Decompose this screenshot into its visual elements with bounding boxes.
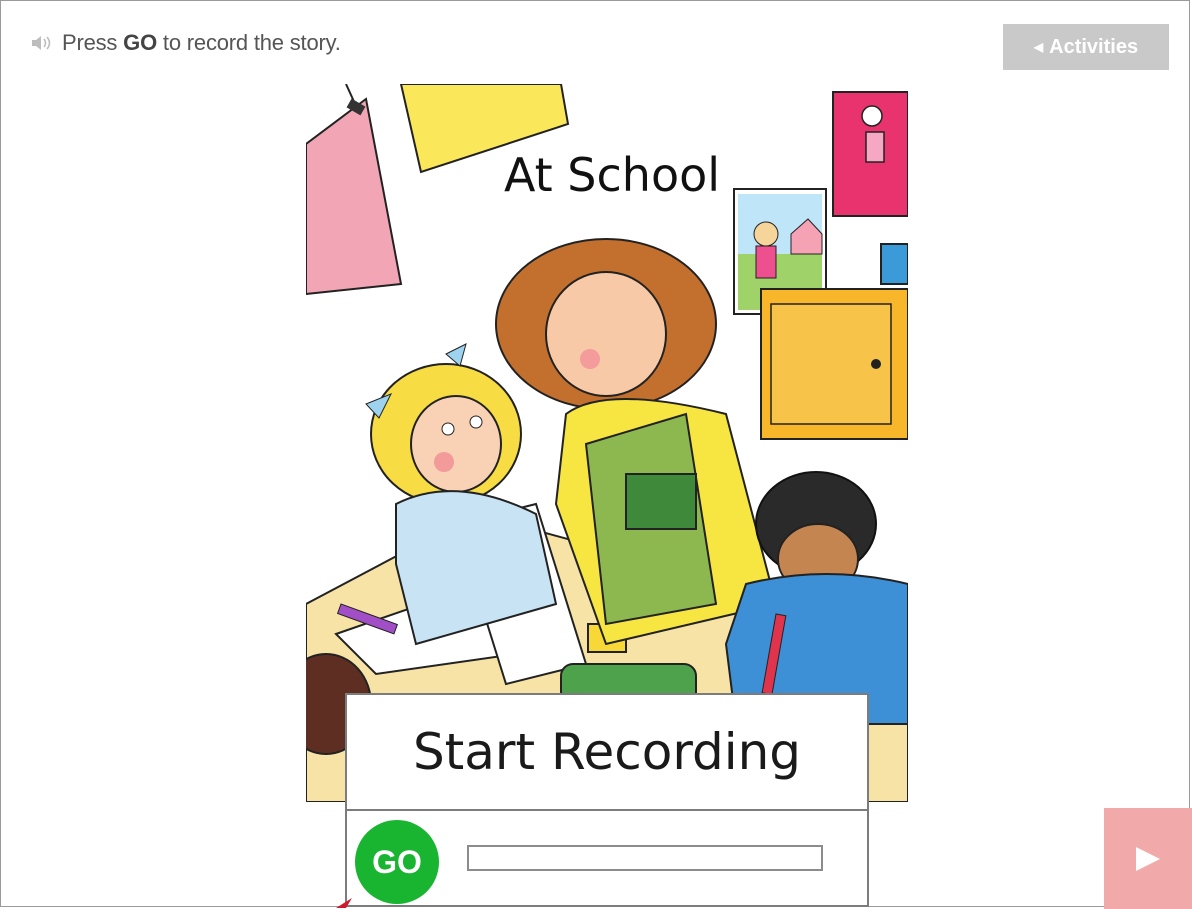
book-title: At School [503,148,721,202]
mouse-pointer-icon [336,898,352,908]
instruction-bar: Press GO to record the story. [30,30,341,56]
triangle-left-icon: ◀ [1033,40,1044,54]
recording-progress-bar [467,845,823,871]
go-label: GO [372,843,422,880]
recording-title: Start Recording [347,695,867,811]
instruction-text-pre: Press [62,30,118,55]
go-button[interactable]: GO [355,820,439,904]
play-next-icon [1136,846,1160,871]
next-button[interactable] [1104,808,1192,909]
activities-label: Activities [1049,35,1139,58]
instruction-text-go: GO [123,30,157,55]
recording-panel: Start Recording GO [345,693,869,907]
activities-button[interactable]: ◀ Activities [1003,24,1169,70]
instruction-text-post: to record the story. [162,30,341,55]
speaker-icon[interactable] [30,34,52,52]
